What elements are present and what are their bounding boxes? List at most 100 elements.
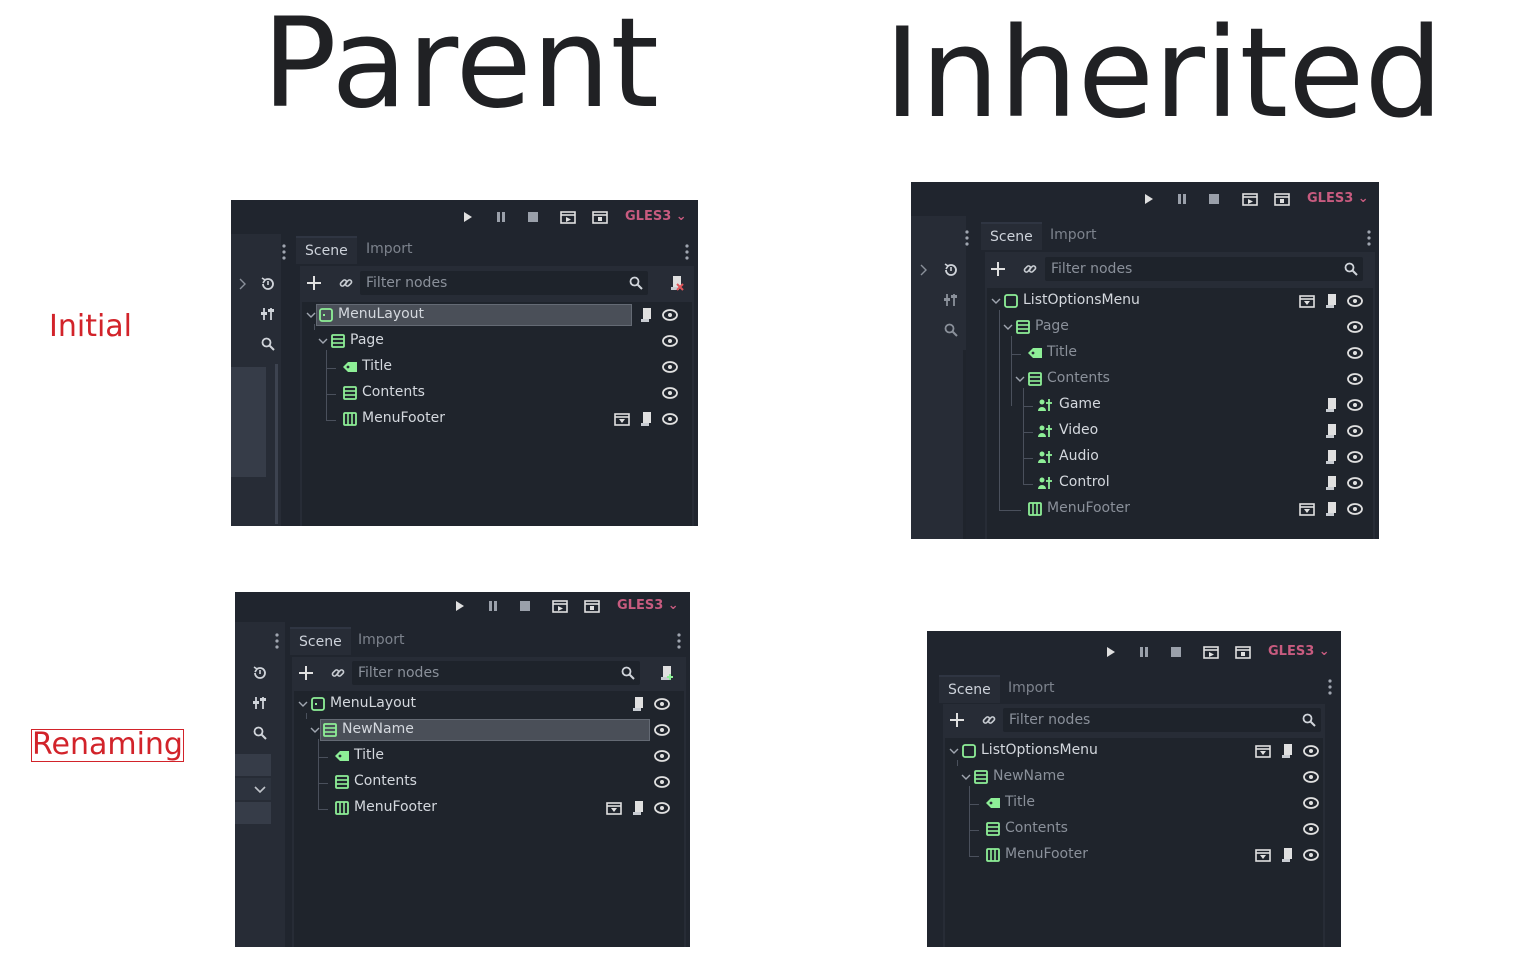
add-node-icon[interactable] — [949, 712, 965, 728]
play-icon[interactable] — [1103, 644, 1119, 660]
tab-import[interactable]: Import — [357, 236, 421, 262]
play-icon[interactable] — [452, 598, 468, 614]
tree-node-contents[interactable]: Contents — [945, 816, 1323, 842]
open-in-editor-icon[interactable] — [606, 800, 622, 816]
filter-nodes-field[interactable] — [360, 271, 648, 295]
open-in-editor-icon[interactable] — [1299, 293, 1315, 309]
tools-icon[interactable] — [942, 291, 960, 309]
script-icon[interactable] — [1323, 475, 1339, 491]
tree-node-menulayout[interactable]: MenuLayout — [294, 691, 684, 717]
tab-scene[interactable]: Scene — [296, 236, 357, 264]
visibility-eye-icon[interactable] — [654, 722, 670, 738]
tree-node-contents[interactable]: Contents — [294, 769, 684, 795]
tree-node-control[interactable]: Control — [987, 470, 1373, 496]
tree-node-title[interactable]: Title — [302, 354, 692, 380]
tab-import[interactable]: Import — [349, 627, 413, 653]
chevron-down-icon[interactable] — [1003, 319, 1015, 335]
tree-node-audio[interactable]: Audio — [987, 444, 1373, 470]
visibility-eye-icon[interactable] — [654, 800, 670, 816]
left-dock-dropdown[interactable] — [235, 778, 271, 800]
visibility-eye-icon[interactable] — [1347, 501, 1363, 517]
renderer-select[interactable]: GLES3 ⌄ — [617, 598, 679, 613]
history-icon[interactable] — [942, 261, 960, 279]
tab-scene[interactable]: Scene — [981, 222, 1042, 250]
filter-nodes-input[interactable] — [1003, 708, 1321, 732]
pause-icon[interactable] — [1136, 644, 1152, 660]
chevron-down-icon[interactable] — [298, 696, 310, 712]
add-node-icon[interactable] — [298, 665, 314, 681]
dock-menu-icon[interactable] — [685, 244, 689, 260]
chevron-right-icon[interactable] — [233, 275, 251, 293]
chevron-right-icon[interactable] — [914, 261, 932, 279]
dock-menu-icon[interactable] — [965, 230, 969, 246]
stop-icon[interactable] — [517, 598, 533, 614]
filter-nodes-field[interactable] — [1003, 708, 1321, 732]
play-scene-icon[interactable] — [552, 598, 568, 614]
add-node-icon[interactable] — [990, 261, 1006, 277]
visibility-eye-icon[interactable] — [654, 696, 670, 712]
pause-icon[interactable] — [493, 209, 509, 225]
renderer-select[interactable]: GLES3 ⌄ — [1268, 644, 1330, 659]
dock-menu-icon[interactable] — [677, 633, 681, 649]
tools-icon[interactable] — [259, 305, 277, 323]
play-custom-scene-icon[interactable] — [1235, 644, 1251, 660]
tree-node-menufooter[interactable]: MenuFooter — [987, 496, 1373, 522]
visibility-eye-icon[interactable] — [1303, 847, 1319, 863]
script-icon[interactable] — [638, 411, 654, 427]
tree-node-video[interactable]: Video — [987, 418, 1373, 444]
tab-scene[interactable]: Scene — [939, 675, 1000, 703]
visibility-eye-icon[interactable] — [662, 385, 678, 401]
visibility-eye-icon[interactable] — [662, 333, 678, 349]
dock-menu-icon[interactable] — [275, 633, 279, 649]
stop-icon[interactable] — [1168, 644, 1184, 660]
visibility-eye-icon[interactable] — [1347, 293, 1363, 309]
scrollbar[interactable] — [963, 350, 966, 539]
tree-node-contents[interactable]: Contents — [302, 380, 692, 406]
link-icon[interactable] — [1022, 261, 1038, 277]
detach-script-icon[interactable] — [668, 275, 684, 291]
visibility-eye-icon[interactable] — [654, 774, 670, 790]
play-custom-scene-icon[interactable] — [1274, 191, 1290, 207]
tree-node-title[interactable]: Title — [945, 790, 1323, 816]
pause-icon[interactable] — [1174, 191, 1190, 207]
tree-node-game[interactable]: Game — [987, 392, 1373, 418]
script-icon[interactable] — [1323, 397, 1339, 413]
tree-node-contents[interactable]: Contents — [987, 366, 1373, 392]
visibility-eye-icon[interactable] — [1347, 423, 1363, 439]
search-icon[interactable] — [942, 321, 960, 339]
pause-icon[interactable] — [485, 598, 501, 614]
visibility-eye-icon[interactable] — [1303, 743, 1319, 759]
visibility-eye-icon[interactable] — [662, 411, 678, 427]
filter-nodes-field[interactable] — [352, 661, 640, 685]
dock-menu-icon[interactable] — [282, 244, 286, 260]
tab-scene[interactable]: Scene — [290, 627, 351, 655]
visibility-eye-icon[interactable] — [654, 748, 670, 764]
stop-icon[interactable] — [1206, 191, 1222, 207]
visibility-eye-icon[interactable] — [1347, 371, 1363, 387]
visibility-eye-icon[interactable] — [1347, 345, 1363, 361]
open-in-editor-icon[interactable] — [1255, 847, 1271, 863]
chevron-down-icon[interactable] — [310, 722, 322, 738]
dock-menu-icon[interactable] — [1367, 230, 1371, 246]
tools-icon[interactable] — [251, 694, 269, 712]
tree-node-menulayout[interactable]: MenuLayout — [302, 302, 692, 328]
tree-node-newname[interactable]: NewName — [945, 764, 1323, 790]
visibility-eye-icon[interactable] — [662, 307, 678, 323]
dock-menu-icon[interactable] — [1328, 679, 1332, 695]
open-in-editor-icon[interactable] — [1299, 501, 1315, 517]
visibility-eye-icon[interactable] — [1303, 821, 1319, 837]
link-icon[interactable] — [338, 275, 354, 291]
link-icon[interactable] — [981, 712, 997, 728]
tree-node-listoptionsmenu[interactable]: ListOptionsMenu — [987, 288, 1373, 314]
script-icon[interactable] — [1279, 743, 1295, 759]
tree-node-menufooter[interactable]: MenuFooter — [945, 842, 1323, 868]
visibility-eye-icon[interactable] — [1347, 319, 1363, 335]
tree-node-menufooter[interactable]: MenuFooter — [302, 406, 692, 432]
tab-import[interactable]: Import — [1041, 222, 1105, 248]
play-scene-icon[interactable] — [560, 209, 576, 225]
open-in-editor-icon[interactable] — [1255, 743, 1271, 759]
tree-node-title[interactable]: Title — [294, 743, 684, 769]
chevron-down-icon[interactable] — [991, 293, 1003, 309]
script-icon[interactable] — [638, 307, 654, 323]
renderer-select[interactable]: GLES3 ⌄ — [625, 209, 687, 224]
